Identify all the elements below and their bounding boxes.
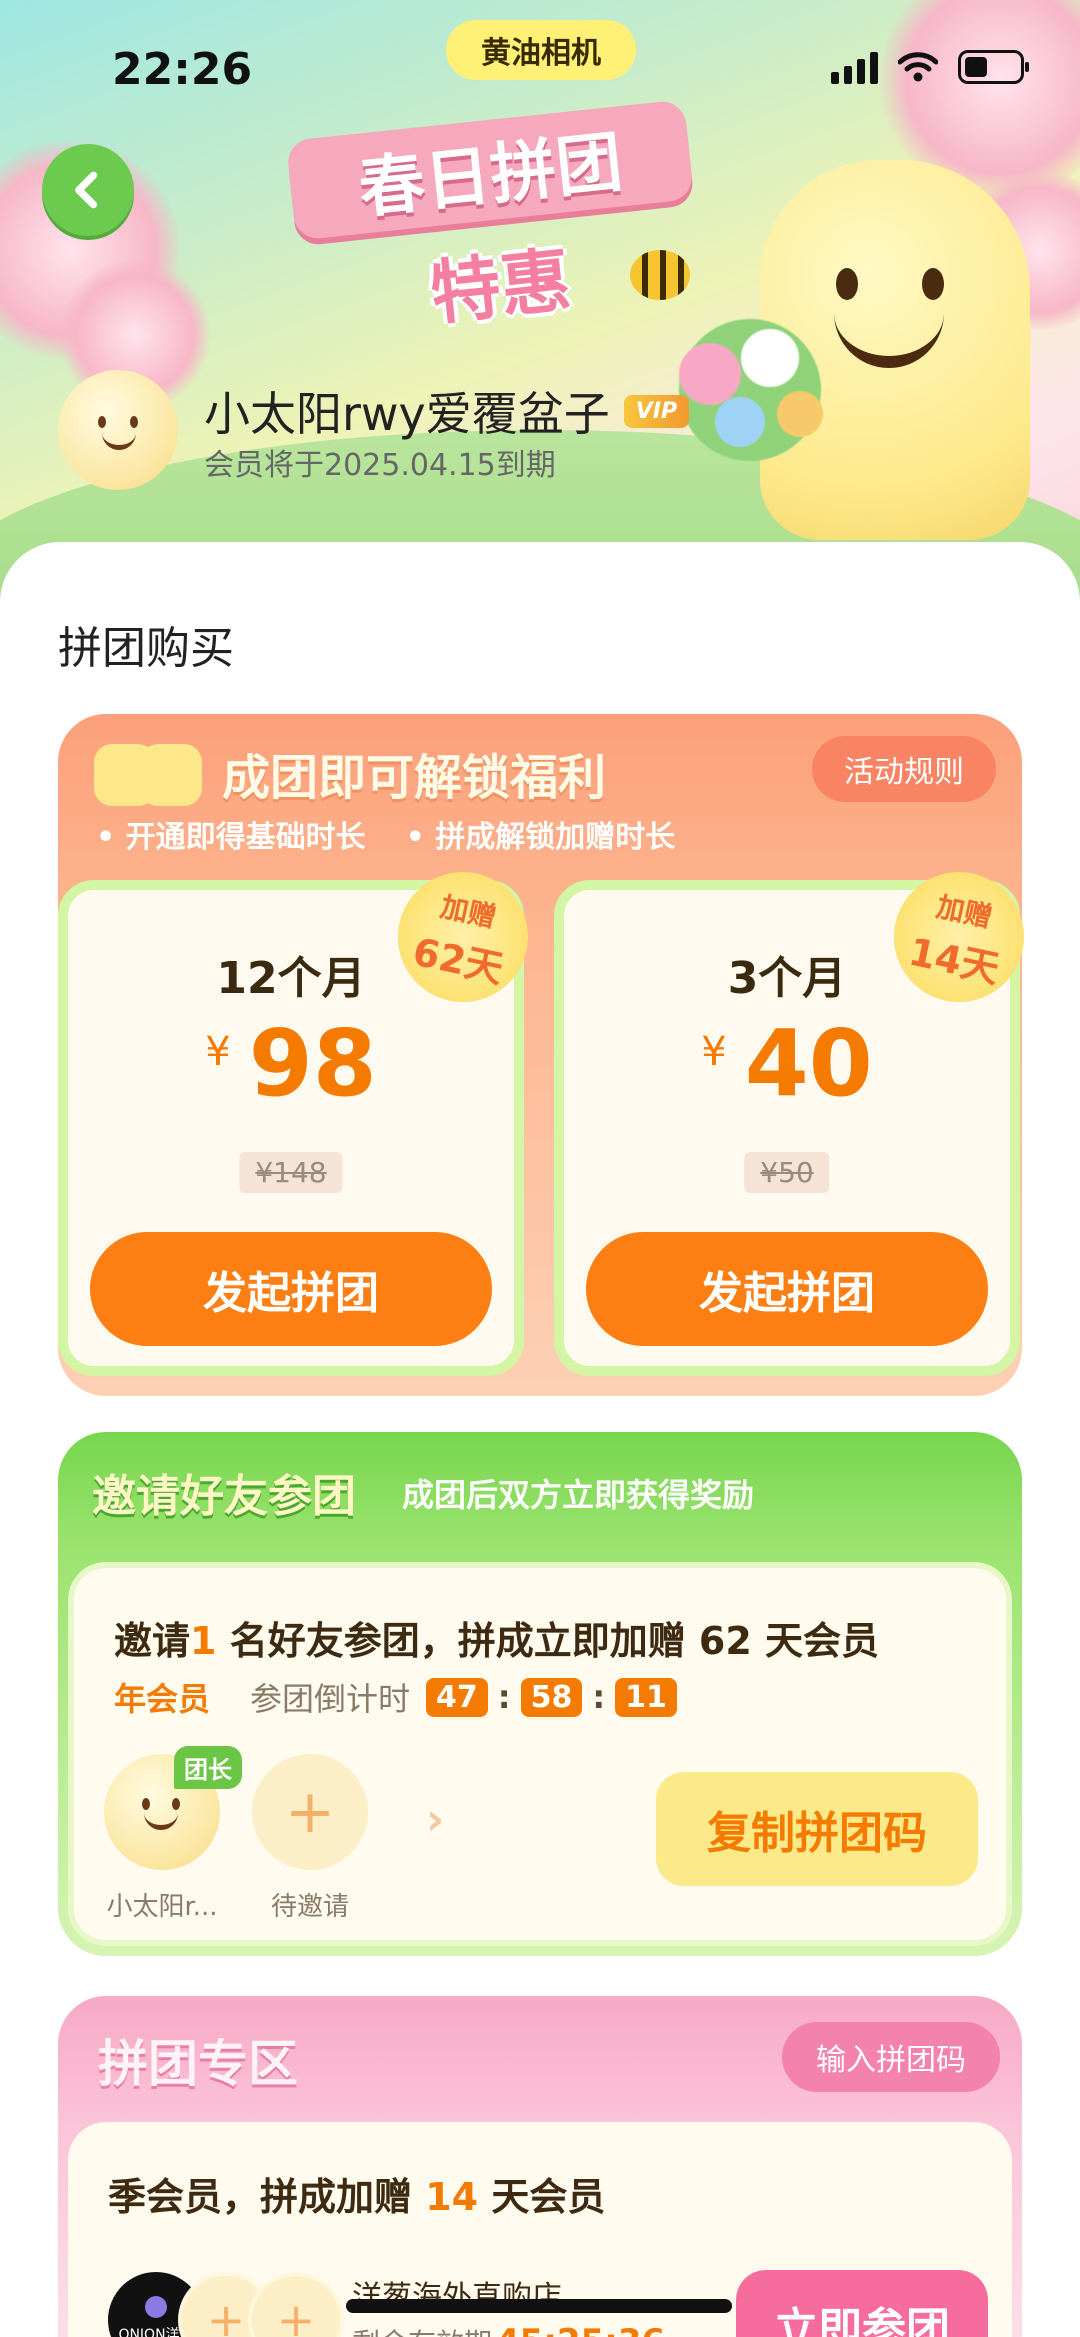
chevron-right-icon: ›: [426, 1794, 445, 1845]
invite-text: 邀请: [114, 1619, 191, 1663]
countdown-separator: :: [592, 1678, 606, 1716]
countdown-seconds: 11: [615, 1677, 677, 1717]
main-sheet: 拼团购买 成团即可解锁福利 活动规则 开通即得基础时长 拼成解锁加赠时长 12个…: [0, 542, 1080, 2337]
cellular-signal-icon: [831, 50, 878, 84]
brand-pill: 黄油相机: [446, 20, 636, 80]
invite-subtitle: 成团后双方立即获得奖励: [402, 1476, 755, 1514]
chevron-left-icon: [75, 171, 98, 209]
bonus-days: 62天: [409, 929, 508, 991]
back-button[interactable]: [42, 144, 134, 236]
invite-title: 邀请好友参团: [92, 1471, 356, 1522]
join-group-button[interactable]: 立即参团: [736, 2270, 988, 2337]
group-buy-title: 成团即可解锁福利: [222, 750, 607, 806]
leader-avatar: 团长: [104, 1746, 242, 1870]
bonus-days: 14天: [905, 929, 1004, 991]
home-indicator: [346, 2299, 732, 2313]
price-value: 40: [744, 1010, 873, 1117]
user-name-row: 小太阳rwy爱覆盆子 VIP: [204, 378, 690, 444]
group-zone-card: 拼团专区 输入拼团码 季会员，拼成加赠 14 天会员 ONION洋葱 + + 洋…: [58, 1996, 1022, 2337]
group-leader-member: 团长 小太阳r...: [102, 1746, 242, 1923]
wifi-icon: [898, 52, 938, 82]
enter-group-code-button[interactable]: 输入拼团码: [782, 2022, 1000, 2092]
leader-name: 小太阳r...: [106, 1892, 218, 1922]
plus-icon: +: [252, 1754, 368, 1870]
invite-panel: 邀请1 名好友参团，拼成立即加赠 62 天会员 年会员 参团倒计时 47 : 5…: [68, 1562, 1012, 1946]
smiley-duo-icon: [94, 744, 204, 808]
countdown-label: 参团倒计时: [250, 1680, 411, 1718]
remaining-time: 45:25:36: [496, 2322, 665, 2337]
countdown-hours: 47: [426, 1677, 488, 1717]
section-title: 拼团购买: [58, 623, 234, 674]
start-group-button[interactable]: 发起拼团: [90, 1232, 492, 1346]
original-price: ¥50: [744, 1152, 830, 1193]
original-price: ¥148: [239, 1152, 343, 1193]
group-buy-card: 成团即可解锁福利 活动规则 开通即得基础时长 拼成解锁加赠时长 12个月 ¥98…: [58, 714, 1037, 1396]
zone-text: 天会员: [478, 2175, 606, 2219]
countdown-separator: :: [497, 1678, 511, 1716]
bee-icon: [630, 250, 690, 300]
campaign-subtitle: 特惠: [426, 238, 575, 335]
activity-rules-button[interactable]: 活动规则: [812, 736, 996, 802]
invite-count: 1: [190, 1619, 217, 1663]
pending-label: 待邀请: [270, 1892, 349, 1922]
plan-card-3-months[interactable]: 3个月 ¥40 ¥50 发起拼团 加赠 14天: [554, 859, 1037, 1376]
pending-invite-slot[interactable]: + 待邀请: [250, 1754, 370, 1923]
currency-symbol: ¥: [205, 1029, 231, 1075]
battery-icon: [958, 50, 1029, 84]
campaign-title: 春日拼团: [285, 99, 695, 241]
copy-group-code-button[interactable]: 复制拼团码: [656, 1772, 978, 1886]
leader-tag: 团长: [174, 1746, 242, 1789]
hero-header: 22:26 黄油相机 春日拼团 特惠 小太阳rwy爱覆盆子 VIP 会员将于20…: [0, 0, 1080, 600]
zone-offer-text: 季会员，拼成加赠 14 天会员: [108, 2166, 605, 2221]
invite-text: 名好友参团，拼成立即加赠 62 天会员: [216, 1619, 880, 1663]
currency-symbol: ¥: [701, 1029, 727, 1075]
benefit-note: 拼成解锁加赠时长: [406, 812, 675, 856]
membership-expiry: 会员将于2025.04.15到期: [204, 448, 556, 483]
plan-price: ¥98: [68, 1010, 514, 1117]
invite-friends-card: 邀请好友参团 成团后双方立即获得奖励 邀请1 名好友参团，拼成立即加赠 62 天…: [58, 1432, 1022, 1956]
remaining-label: 剩余有效期: [352, 2327, 492, 2337]
zone-text: 季会员，拼成加赠: [108, 2175, 426, 2219]
plus-icon: +: [248, 2272, 344, 2337]
start-group-button[interactable]: 发起拼团: [586, 1232, 988, 1346]
invite-description: 邀请1 名好友参团，拼成立即加赠 62 天会员: [114, 1610, 879, 1665]
benefit-notes: 开通即得基础时长 拼成解锁加赠时长: [96, 812, 676, 856]
plan-tag: 年会员: [114, 1680, 211, 1718]
benefit-note: 开通即得基础时长: [96, 812, 366, 856]
zone-days: 14: [425, 2175, 479, 2219]
plan-price: ¥40: [564, 1010, 1010, 1117]
plan-card-12-months[interactable]: 12个月 ¥98 ¥148 发起拼团 加赠 62天: [58, 859, 541, 1376]
status-time: 22:26: [112, 44, 253, 95]
countdown-row: 年会员 参团倒计时 47 : 58 : 11: [114, 1674, 677, 1720]
user-name: 小太阳rwy爱覆盆子: [204, 387, 610, 441]
remaining-time-row: 剩余有效期 45:25:36: [352, 2322, 665, 2337]
status-icons: [831, 50, 1029, 84]
vip-badge: VIP: [623, 394, 690, 428]
countdown-minutes: 58: [520, 1677, 583, 1717]
zone-title: 拼团专区: [98, 2035, 298, 2093]
user-avatar: [58, 370, 178, 490]
price-value: 98: [248, 1010, 377, 1117]
